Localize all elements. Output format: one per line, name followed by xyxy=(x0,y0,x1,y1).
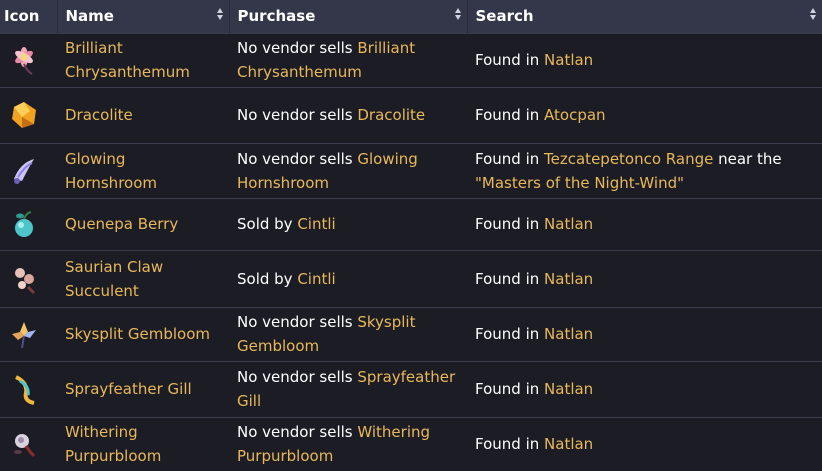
column-header-icon-label: Icon xyxy=(4,7,40,26)
withering-purpurbloom-icon[interactable] xyxy=(8,428,57,460)
name-cell: Skysplit Gembloom xyxy=(57,306,229,361)
table-row: Glowing Hornshroom No vendor sells Glowin… xyxy=(0,142,822,198)
purchase-prefix: No vendor sells xyxy=(237,368,358,386)
saurian-claw-succulent-icon[interactable] xyxy=(8,263,57,295)
item-name-link[interactable]: Withering Purpurbloom xyxy=(65,423,161,465)
name-cell: Sprayfeather Gill xyxy=(57,360,229,417)
materials-table: Icon Name Purchase Search Brilliant Chry… xyxy=(0,0,822,471)
search-location-link[interactable]: Natlan xyxy=(544,325,593,343)
search-location-link[interactable]: Natlan xyxy=(544,215,593,233)
search-prefix: Found in xyxy=(475,435,545,454)
name-cell: Glowing Hornshroom xyxy=(57,142,229,198)
search-prefix: Found in xyxy=(475,149,545,168)
purchase-cell: Sold by Cintli xyxy=(229,249,467,307)
sort-icon[interactable] xyxy=(216,8,223,20)
item-name-link[interactable]: Dracolite xyxy=(65,106,133,124)
purchase-prefix: No vendor sells xyxy=(237,39,358,57)
search-cell: Found in Natlan xyxy=(467,306,822,361)
column-header-purchase-label: Purchase xyxy=(237,7,316,26)
purchase-link[interactable]: Cintli xyxy=(297,270,335,288)
column-header-name-label: Name xyxy=(65,7,114,26)
purchase-prefix: Sold by xyxy=(237,215,298,233)
sort-icon[interactable] xyxy=(454,8,461,20)
purchase-prefix: Sold by xyxy=(237,269,298,288)
icon-cell xyxy=(0,32,57,87)
purchase-prefix: No vendor sells xyxy=(237,149,358,168)
brilliant-chrysanthemum-icon[interactable] xyxy=(8,44,57,76)
search-mid-text: near the xyxy=(713,149,782,168)
item-name-link[interactable]: Sprayfeather Gill xyxy=(65,380,192,398)
search-location-link[interactable]: Natlan xyxy=(544,435,593,453)
purchase-cell: No vendor sells Glowing Hornshroom xyxy=(229,142,467,198)
skysplit-gembloom-icon[interactable] xyxy=(8,318,57,350)
table-row: Brilliant Chrysanthemum No vendor sells B… xyxy=(0,32,822,87)
purchase-link[interactable]: Cintli xyxy=(297,215,335,233)
search-location-link[interactable]: Natlan xyxy=(544,380,593,398)
item-name-link[interactable]: Skysplit Gembloom xyxy=(65,325,210,343)
column-header-name[interactable]: Name xyxy=(57,0,230,33)
table-row: Dracolite No vendor sells Dracolite Found … xyxy=(0,86,822,143)
purchase-cell: No vendor sells Dracolite xyxy=(229,86,467,143)
search-location-link[interactable]: Natlan xyxy=(544,51,593,69)
icon-cell xyxy=(0,197,57,250)
search-prefix: Found in xyxy=(475,269,545,288)
purchase-cell: No vendor sells Withering Purpurbloom xyxy=(229,416,467,471)
column-header-search[interactable]: Search xyxy=(467,0,822,33)
quenepa-berry-icon[interactable] xyxy=(8,208,57,240)
table-header: Icon Name Purchase Search xyxy=(0,0,822,33)
search-cell: Found in Natlan xyxy=(467,197,822,250)
purchase-cell: Sold by Cintli xyxy=(229,197,467,250)
column-header-purchase[interactable]: Purchase xyxy=(229,0,468,33)
icon-cell xyxy=(0,249,57,307)
purchase-cell: No vendor sells Sprayfeather Gill xyxy=(229,360,467,417)
purchase-link[interactable]: Dracolite xyxy=(357,106,425,124)
name-cell: Withering Purpurbloom xyxy=(57,416,229,471)
search-location-link[interactable]: Tezcatepetonco Range xyxy=(544,150,713,168)
name-cell: Brilliant Chrysanthemum xyxy=(57,32,229,87)
search-prefix: Found in xyxy=(475,325,545,343)
table-row: Saurian Claw Succulent Sold by Cintli Foun… xyxy=(0,249,822,307)
purchase-prefix: No vendor sells xyxy=(237,313,358,331)
table-body: Brilliant Chrysanthemum No vendor sells B… xyxy=(0,32,822,471)
purchase-cell: No vendor sells Skysplit Gembloom xyxy=(229,306,467,361)
column-header-icon[interactable]: Icon xyxy=(0,0,58,33)
search-cell: Found in Tezcatepetonco Range near the "… xyxy=(467,142,822,198)
search-location-link[interactable]: Natlan xyxy=(544,270,593,288)
search-prefix: Found in xyxy=(475,380,545,398)
item-name-link[interactable]: Brilliant Chrysanthemum xyxy=(65,39,190,81)
dracolite-icon[interactable] xyxy=(8,99,57,131)
search-location-link[interactable]: Atocpan xyxy=(544,106,606,124)
purchase-prefix: No vendor sells xyxy=(237,423,358,442)
icon-cell xyxy=(0,142,57,198)
search-secondary-link[interactable]: "Masters of the Night-Wind" xyxy=(475,174,684,192)
search-prefix: Found in xyxy=(475,106,545,124)
search-prefix: Found in xyxy=(475,215,545,233)
sprayfeather-gill-icon[interactable] xyxy=(8,373,57,405)
search-cell: Found in Atocpan xyxy=(467,86,822,143)
table-row: Quenepa Berry Sold by Cintli Found in Natl… xyxy=(0,197,822,250)
search-cell: Found in Natlan xyxy=(467,32,822,87)
name-cell: Saurian Claw Succulent xyxy=(57,249,229,307)
table-row: Skysplit Gembloom No vendor sells Skyspli… xyxy=(0,306,822,361)
glowing-hornshroom-icon[interactable] xyxy=(8,155,57,187)
item-name-link[interactable]: Quenepa Berry xyxy=(65,215,178,233)
sort-icon[interactable] xyxy=(809,8,816,20)
column-header-search-label: Search xyxy=(475,7,534,26)
icon-cell xyxy=(0,86,57,143)
search-prefix: Found in xyxy=(475,51,545,69)
search-cell: Found in Natlan xyxy=(467,360,822,417)
search-cell: Found in Natlan xyxy=(467,416,822,471)
purchase-prefix: No vendor sells xyxy=(237,106,358,124)
icon-cell xyxy=(0,360,57,417)
name-cell: Dracolite xyxy=(57,86,229,143)
purchase-cell: No vendor sells Brilliant Chrysanthemum xyxy=(229,32,467,87)
item-name-link[interactable]: Saurian Claw Succulent xyxy=(65,258,163,300)
table-row: Sprayfeather Gill No vendor sells Sprayfe… xyxy=(0,360,822,417)
icon-cell xyxy=(0,306,57,361)
table-row: Withering Purpurbloom No vendor sells Wit… xyxy=(0,416,822,471)
icon-cell xyxy=(0,416,57,471)
item-name-link[interactable]: Glowing Hornshroom xyxy=(65,150,157,192)
search-cell: Found in Natlan xyxy=(467,249,822,307)
name-cell: Quenepa Berry xyxy=(57,197,229,250)
